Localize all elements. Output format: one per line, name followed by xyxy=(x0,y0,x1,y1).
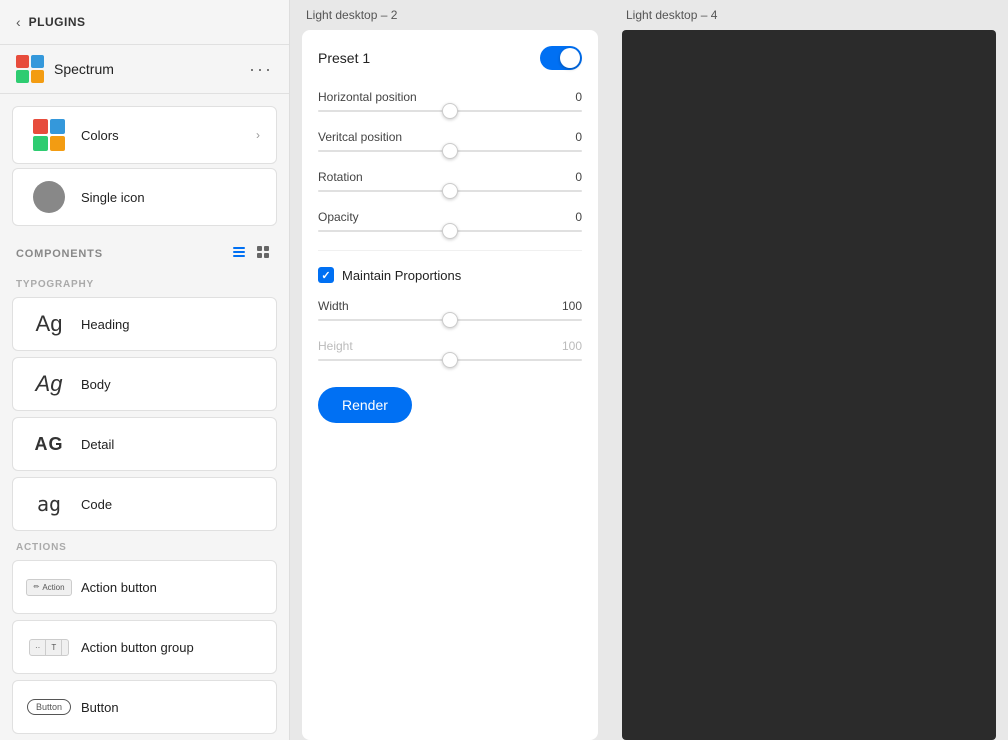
preset-row: Preset 1 xyxy=(318,46,582,70)
plugins-label: PLUGINS xyxy=(29,15,86,29)
right-canvas xyxy=(622,30,996,740)
colors-label: Colors xyxy=(81,128,119,143)
vertical-position-slider: Veritcal position 0 xyxy=(318,130,582,152)
rotation-label: Rotation xyxy=(318,170,363,184)
rotation-value: 0 xyxy=(575,170,582,184)
right-tab-header: Light desktop – 4 xyxy=(610,0,1008,30)
opacity-slider: Opacity 0 xyxy=(318,210,582,232)
more-options-button[interactable]: ··· xyxy=(249,60,273,78)
horizontal-position-label: Horizontal position xyxy=(318,90,417,104)
divider xyxy=(318,250,582,251)
spectrum-name: Spectrum xyxy=(54,61,114,77)
view-toggles xyxy=(229,242,273,265)
action-button-item[interactable]: ✏ Action Action button xyxy=(12,560,277,614)
spectrum-icon xyxy=(16,55,44,83)
colors-arrow-icon: › xyxy=(256,128,260,142)
components-title: Components xyxy=(16,248,103,260)
maintain-proportions-row: ✓ Maintain Proportions xyxy=(318,267,582,283)
heading-preview: Ag xyxy=(29,306,69,342)
back-button[interactable]: ‹ xyxy=(16,14,21,30)
render-button[interactable]: Render xyxy=(318,387,412,423)
code-item[interactable]: ag Code xyxy=(12,477,277,531)
preset-toggle[interactable] xyxy=(540,46,582,70)
body-label: Body xyxy=(81,377,111,392)
action-button-group-item[interactable]: ·· T ··· Action button group xyxy=(12,620,277,674)
sidebar: ‹ PLUGINS Spectrum ··· xyxy=(0,0,290,740)
rotation-slider: Rotation 0 xyxy=(318,170,582,192)
body-item[interactable]: Ag Body xyxy=(12,357,277,411)
typography-section-title: TYPOGRAPHY xyxy=(0,271,289,294)
horizontal-position-thumb[interactable] xyxy=(442,103,458,119)
components-section-header: Components xyxy=(0,230,289,271)
back-arrow-icon: ‹ xyxy=(16,14,21,30)
toggle-knob xyxy=(560,48,580,68)
button-label: Button xyxy=(81,700,119,715)
action-button-label: Action button xyxy=(81,580,157,595)
button-icon: Button xyxy=(29,689,69,725)
colors-icon xyxy=(29,115,69,155)
single-icon-thumbnail xyxy=(29,177,69,217)
panel-card: Preset 1 Horizontal position 0 Veritcal … xyxy=(302,30,598,740)
horizontal-position-slider: Horizontal position 0 xyxy=(318,90,582,112)
rotation-track[interactable] xyxy=(318,190,582,192)
heading-label: Heading xyxy=(81,317,129,332)
grid-view-button[interactable] xyxy=(253,242,273,265)
opacity-label: Opacity xyxy=(318,210,359,224)
height-track[interactable] xyxy=(318,359,582,361)
detail-preview: AG xyxy=(29,426,69,462)
vertical-position-track[interactable] xyxy=(318,150,582,152)
maintain-proportions-checkbox[interactable]: ✓ xyxy=(318,267,334,283)
heading-item[interactable]: Ag Heading xyxy=(12,297,277,351)
width-label: Width xyxy=(318,299,349,313)
preset-label: Preset 1 xyxy=(318,50,370,66)
spectrum-row: Spectrum ··· xyxy=(0,45,289,94)
vertical-position-thumb[interactable] xyxy=(442,143,458,159)
right-panel: Light desktop – 4 xyxy=(610,0,1008,740)
height-label: Height xyxy=(318,339,353,353)
code-preview: ag xyxy=(29,486,69,522)
detail-label: Detail xyxy=(81,437,114,452)
single-icon-item[interactable]: Single icon xyxy=(12,168,277,226)
opacity-value: 0 xyxy=(575,210,582,224)
detail-item[interactable]: AG Detail xyxy=(12,417,277,471)
action-button-group-icon: ·· T ··· xyxy=(29,629,69,665)
vertical-position-label: Veritcal position xyxy=(318,130,402,144)
single-icon-label: Single icon xyxy=(81,190,145,205)
horizontal-position-value: 0 xyxy=(575,90,582,104)
opacity-thumb[interactable] xyxy=(442,223,458,239)
width-slider: Width 100 xyxy=(318,299,582,321)
spectrum-left: Spectrum xyxy=(16,55,114,83)
colors-item[interactable]: Colors › xyxy=(12,106,277,164)
width-thumb[interactable] xyxy=(442,312,458,328)
height-slider: Height 100 xyxy=(318,339,582,361)
checkmark-icon: ✓ xyxy=(321,269,330,282)
center-tab-header: Light desktop – 2 xyxy=(290,0,610,30)
width-value: 100 xyxy=(562,299,582,313)
sidebar-header: ‹ PLUGINS xyxy=(0,0,289,45)
rotation-thumb[interactable] xyxy=(442,183,458,199)
vertical-position-value: 0 xyxy=(575,130,582,144)
width-track[interactable] xyxy=(318,319,582,321)
button-item[interactable]: Button Button xyxy=(12,680,277,734)
horizontal-position-track[interactable] xyxy=(318,110,582,112)
actions-section-title: ACTIONS xyxy=(0,534,289,557)
height-thumb[interactable] xyxy=(442,352,458,368)
code-label: Code xyxy=(81,497,112,512)
list-view-button[interactable] xyxy=(229,242,249,265)
action-button-icon: ✏ Action xyxy=(29,569,69,605)
opacity-track[interactable] xyxy=(318,230,582,232)
maintain-proportions-label: Maintain Proportions xyxy=(342,268,461,283)
center-panel: Light desktop – 2 Preset 1 Horizontal po… xyxy=(290,0,610,740)
body-preview: Ag xyxy=(29,366,69,402)
action-button-group-label: Action button group xyxy=(81,640,194,655)
height-value: 100 xyxy=(562,339,582,353)
